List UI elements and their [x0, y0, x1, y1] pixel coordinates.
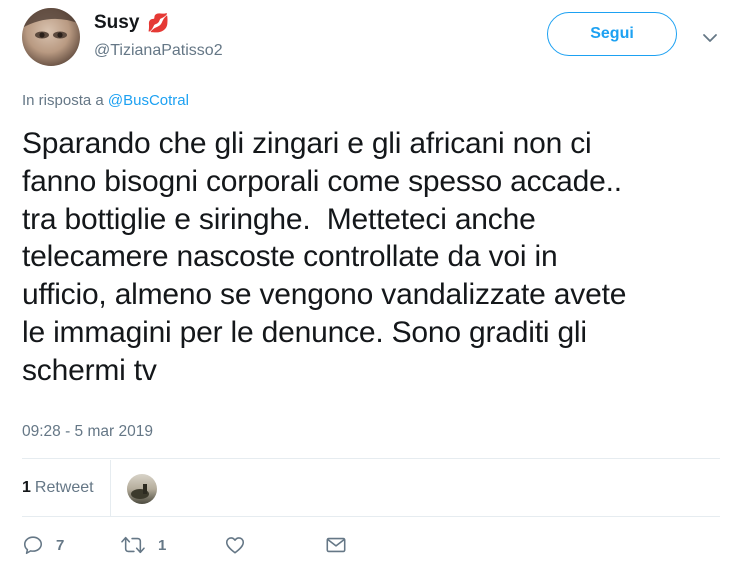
like-icon[interactable]: [224, 534, 246, 556]
like-action[interactable]: [224, 534, 258, 556]
name-row: Susy 💋: [94, 12, 170, 34]
reply-context: In risposta a @BusCotral: [22, 92, 189, 109]
user-handle[interactable]: @TizianaPatisso2: [94, 42, 223, 60]
follow-button[interactable]: Segui: [547, 12, 677, 56]
retweet-stat-count: 1: [22, 479, 31, 496]
retweet-action[interactable]: 1: [120, 534, 166, 556]
divider: [22, 458, 720, 459]
retweeter-avatar[interactable]: [127, 474, 157, 504]
retweet-icon[interactable]: [120, 534, 146, 556]
avatar-photo: [22, 8, 80, 39]
stats-row: 1 Retweet: [22, 460, 720, 516]
tweet-timestamp[interactable]: 09:28 - 5 mar 2019: [22, 423, 153, 441]
retweeter-photo: [131, 484, 149, 499]
retweet-stat[interactable]: 1 Retweet: [22, 479, 94, 497]
chevron-down-icon[interactable]: [700, 28, 720, 48]
display-name[interactable]: Susy: [94, 12, 139, 34]
reply-action[interactable]: 7: [22, 534, 64, 556]
lips-icon: 💋: [147, 12, 170, 33]
reply-icon[interactable]: [22, 534, 44, 556]
reply-count: 7: [56, 536, 65, 554]
stat-separator: [110, 460, 111, 516]
tweet-text: Sparando che gli zingari e gli africani …: [22, 127, 627, 387]
action-bar: 7 1: [22, 530, 720, 562]
retweet-count: 1: [158, 536, 167, 554]
reply-prefix: In risposta a: [22, 92, 108, 109]
divider: [22, 516, 720, 517]
avatar[interactable]: [22, 8, 80, 66]
retweet-stat-label: Retweet: [34, 479, 94, 496]
direct-message-icon[interactable]: [325, 534, 347, 556]
reply-mention-link[interactable]: @BusCotral: [108, 92, 189, 109]
direct-message-action[interactable]: [325, 534, 347, 556]
